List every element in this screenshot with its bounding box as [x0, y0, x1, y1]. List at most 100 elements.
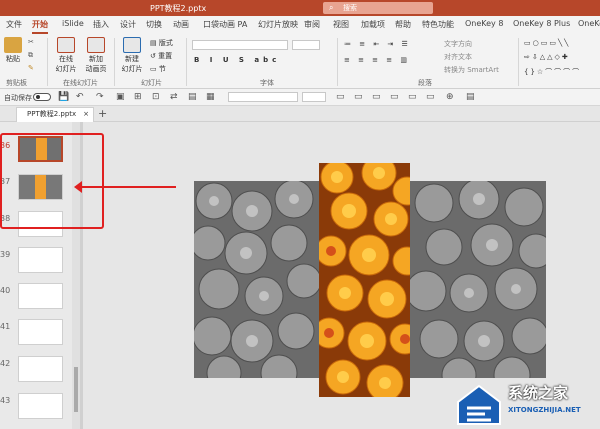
quick-tool-icon[interactable]: ▭ — [408, 92, 417, 102]
ribbon-separator — [186, 38, 187, 86]
online-slides-button[interactable]: 在线 幻灯片 — [55, 37, 77, 74]
copy-icon[interactable]: ⧉ — [28, 51, 33, 60]
slide-thumbnail-42[interactable] — [18, 356, 63, 382]
new-slide-button[interactable]: 新建 幻灯片 — [120, 37, 144, 74]
quick-tool-icon[interactable]: ⇄ — [170, 92, 178, 102]
qat-size-dropdown[interactable] — [302, 92, 326, 102]
autosave-label: 自动保存 — [4, 94, 32, 102]
thumbnail-number: 41 — [0, 322, 11, 331]
ribbon-separator — [518, 38, 519, 86]
document-title: PPT教程2.pptx — [150, 4, 207, 13]
close-icon[interactable]: × — [83, 108, 89, 121]
paste-button[interactable]: 粘贴 — [4, 37, 22, 64]
qat-font-dropdown[interactable] — [228, 92, 298, 102]
quick-tool-icon[interactable]: ⊕ — [446, 92, 454, 102]
tab-islide[interactable]: iSlide — [62, 19, 84, 28]
tab-pocket-animation[interactable]: 口袋动画 PA — [203, 19, 247, 30]
new-animation-page-button[interactable]: 新加 动画页 — [84, 37, 108, 74]
quick-tool-icon[interactable]: ⊞ — [134, 92, 142, 102]
shapes-gallery-row3[interactable]: {}☆⌒⌒⌒⌒ — [524, 67, 581, 77]
tab-home[interactable]: 开始 — [32, 19, 48, 34]
tab-addins[interactable]: 加载项 — [361, 19, 385, 30]
quick-tool-icon[interactable]: ▤ — [188, 92, 197, 102]
font-format-buttons[interactable]: B I U S abc — [194, 56, 280, 64]
quick-tool-icon[interactable]: ▭ — [354, 92, 363, 102]
paragraph-list-buttons[interactable]: ≔ ≡ ⇤ ⇥ ☰ — [344, 40, 411, 48]
text-direction-button[interactable]: 文字方向 — [444, 39, 472, 49]
thumbnail-number: 39 — [0, 250, 11, 259]
search-placeholder: 搜索 — [343, 4, 357, 12]
slide-thumbnail-40[interactable] — [18, 283, 63, 309]
slide-thumbnail-39[interactable] — [18, 247, 63, 273]
watermark-logo: 系统之家 XITONGZHIJIA.NET — [452, 380, 600, 429]
quick-tool-icon[interactable]: ▭ — [336, 92, 345, 102]
online-slides-label-b: 幻灯片 — [55, 65, 77, 73]
slide-thumbnail-43[interactable] — [18, 393, 63, 419]
font-size-dropdown[interactable] — [292, 40, 320, 50]
redo-icon[interactable]: ↷ — [96, 92, 104, 102]
tab-transitions[interactable]: 切换 — [146, 19, 162, 30]
quick-tool-icon[interactable]: ▦ — [206, 92, 215, 102]
orange-flower-image — [319, 163, 410, 397]
tab-onekey8[interactable]: OneKey 8 — [465, 19, 503, 28]
new-animation-page-icon — [87, 37, 105, 53]
section-button[interactable]: ▭ 节 — [150, 64, 166, 74]
quick-tool-icon[interactable]: ▭ — [372, 92, 381, 102]
reset-icon: ↺ — [150, 52, 156, 60]
thumbnail-number: 40 — [0, 286, 11, 295]
slide-thumbnail-41[interactable] — [18, 319, 63, 345]
ribbon-panel: 粘贴 ✂ ⧉ ✎ 剪贴板 在线 幻灯片 新加 动画页 在线幻灯片 新建 幻灯片 … — [0, 34, 600, 89]
undo-icon[interactable]: ↶ — [76, 92, 84, 102]
align-text-button[interactable]: 对齐文本 — [444, 52, 472, 62]
autosave-toggle[interactable] — [33, 93, 51, 101]
present-icon[interactable]: ▣ — [116, 92, 125, 102]
tab-help[interactable]: 帮助 — [395, 19, 411, 30]
quick-tool-icon[interactable]: ▭ — [426, 92, 435, 102]
group-slides: 幻灯片 — [141, 79, 162, 87]
watermark-title: 系统之家 — [508, 384, 569, 402]
reset-button[interactable]: ↺ 重置 — [150, 51, 172, 61]
cut-icon[interactable]: ✂ — [28, 38, 34, 46]
font-name-dropdown[interactable] — [192, 40, 288, 50]
tab-animations[interactable]: 动画 — [173, 19, 189, 30]
annotation-arrow-icon — [74, 181, 176, 193]
new-slide-label-a: 新建 — [125, 55, 139, 63]
tab-insert[interactable]: 插入 — [93, 19, 109, 30]
tab-slideshow[interactable]: 幻灯片放映 — [258, 19, 298, 30]
online-slides-label-a: 在线 — [59, 55, 73, 63]
quick-tool-icon[interactable]: ▭ — [390, 92, 399, 102]
tab-file[interactable]: 文件 — [6, 19, 22, 30]
paste-label: 粘贴 — [6, 55, 20, 63]
tab-features[interactable]: 特色功能 — [422, 19, 454, 30]
search-box[interactable]: ⌕ 搜索 — [323, 2, 433, 14]
format-painter-icon[interactable]: ✎ — [28, 64, 34, 72]
tab-design[interactable]: 设计 — [120, 19, 136, 30]
annotation-highlight-box — [0, 133, 104, 229]
document-tab[interactable]: PPT教程2.pptx × — [16, 107, 94, 122]
paste-icon — [4, 37, 22, 53]
tab-onekey-more[interactable]: OneKe — [578, 19, 600, 28]
watermark-house-icon — [457, 384, 501, 425]
save-icon[interactable]: 💾 — [58, 92, 69, 102]
tab-onekey8-plus[interactable]: OneKey 8 Plus — [513, 19, 570, 28]
search-icon: ⌕ — [329, 3, 334, 12]
shapes-gallery-row2[interactable]: ⇨⇩△△◇✚ — [524, 53, 570, 61]
color-flower-strip[interactable] — [319, 163, 410, 397]
document-tab-strip: PPT教程2.pptx × + — [0, 106, 600, 122]
layout-icon: ▤ — [150, 39, 157, 47]
tab-review[interactable]: 审阅 — [304, 19, 320, 30]
smartart-button[interactable]: 转换为 SmartArt — [444, 65, 499, 75]
new-animation-label-a: 新加 — [89, 55, 103, 63]
new-tab-icon[interactable]: + — [98, 107, 107, 120]
tab-view[interactable]: 视图 — [333, 19, 349, 30]
new-animation-label-b: 动画页 — [85, 65, 107, 73]
watermark-url: XITONGZHIJIA.NET — [508, 406, 581, 414]
ribbon-separator — [337, 38, 338, 86]
scrollbar-thumb[interactable] — [74, 367, 78, 412]
layout-button[interactable]: ▤ 版式 — [150, 38, 173, 48]
quick-tool-icon[interactable]: ⊡ — [152, 92, 160, 102]
shapes-gallery[interactable]: ▭○▭▭╲╲ — [524, 39, 570, 47]
quick-tool-icon[interactable]: ▤ — [466, 92, 475, 102]
ribbon-separator — [47, 38, 48, 86]
paragraph-align-buttons[interactable]: ≡ ≡ ≡ ≡ ▥ — [344, 56, 410, 64]
